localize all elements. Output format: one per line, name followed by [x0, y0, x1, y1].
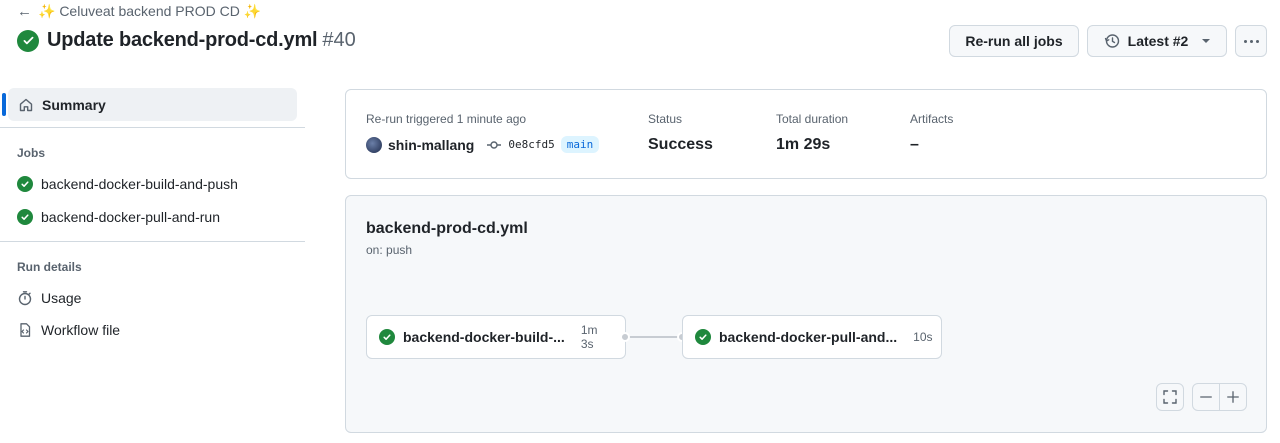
commit-sha-link[interactable]: 0e8cfd5 — [508, 138, 554, 151]
workflow-file-title: backend-prod-cd.yml — [366, 220, 528, 237]
actor-link[interactable]: shin-mallang — [388, 137, 474, 153]
graph-job-duration: 10s — [913, 330, 933, 344]
back-link[interactable]: ← ✨ Celuveat backend PROD CD ✨ — [17, 3, 261, 20]
job-connector-line — [629, 336, 683, 338]
graph-job-name: backend-docker-pull-and... — [719, 329, 898, 345]
attempt-select-button[interactable]: Latest #2 — [1087, 25, 1227, 57]
trigger-label: Re-run triggered 1 minute ago — [366, 112, 527, 126]
status-label: Status — [648, 112, 683, 126]
graph-job-name: backend-docker-build-... — [403, 329, 565, 345]
rerun-all-jobs-button[interactable]: Re-run all jobs — [949, 25, 1079, 57]
sidebar-item-usage[interactable]: Usage — [17, 290, 81, 306]
sidebar-job-build-and-push[interactable]: backend-docker-build-and-push — [17, 176, 238, 192]
branch-badge[interactable]: main — [560, 136, 600, 153]
run-number: #40 — [322, 29, 356, 51]
caret-down-icon — [1202, 39, 1211, 43]
success-check-icon — [695, 329, 711, 345]
page-title: Update backend-prod-cd.yml — [47, 29, 318, 51]
zoom-in-button[interactable] — [1219, 383, 1247, 411]
run-summary-card: Re-run triggered 1 minute ago shin-malla… — [345, 89, 1267, 179]
jobs-heading: Jobs — [17, 146, 46, 160]
attempt-select-label: Latest #2 — [1127, 33, 1189, 49]
more-options-button[interactable] — [1235, 25, 1267, 57]
plus-icon — [1227, 391, 1239, 403]
sidebar-job-label: backend-docker-build-and-push — [41, 176, 238, 192]
sidebar-job-label: backend-docker-pull-and-run — [41, 209, 220, 225]
git-commit-icon — [487, 140, 502, 149]
sidebar-item-summary[interactable]: Summary — [2, 88, 297, 121]
workflow-trigger: on: push — [366, 243, 413, 257]
screen-full-icon — [1163, 390, 1177, 404]
artifacts-label: Artifacts — [910, 112, 954, 126]
dash-icon — [1200, 396, 1212, 398]
graph-job-build-and-push[interactable]: backend-docker-build-... 1m 3s — [366, 315, 626, 359]
graph-job-duration: 1m 3s — [580, 323, 598, 351]
actor-row: shin-mallang 0e8cfd5 main — [366, 136, 600, 153]
arrow-left-icon: ← — [17, 3, 32, 20]
success-check-icon — [379, 329, 395, 345]
rerun-all-jobs-label: Re-run all jobs — [965, 33, 1063, 49]
stopwatch-icon — [18, 291, 32, 306]
workflow-name-link[interactable]: ✨ Celuveat backend PROD CD ✨ — [38, 3, 261, 20]
success-check-icon — [17, 176, 33, 192]
sidebar-item-label: Workflow file — [41, 322, 121, 338]
zoom-out-button[interactable] — [1192, 383, 1220, 411]
sidebar-item-label: Usage — [41, 290, 82, 306]
artifacts-value: – — [910, 136, 919, 153]
divider — [0, 127, 305, 128]
graph-job-pull-and-run[interactable]: backend-docker-pull-and... 10s — [682, 315, 942, 359]
avatar[interactable] — [366, 136, 382, 153]
success-check-icon — [17, 209, 33, 225]
file-code-icon — [20, 323, 31, 337]
active-indicator — [2, 93, 6, 116]
status-value: Success — [648, 136, 713, 153]
success-check-icon — [17, 29, 39, 52]
page-title-row: Update backend-prod-cd.yml #40 — [17, 29, 356, 52]
sidebar-job-pull-and-run[interactable]: backend-docker-pull-and-run — [17, 209, 220, 225]
history-icon — [1104, 34, 1119, 48]
home-icon — [19, 98, 33, 111]
run-details-heading: Run details — [17, 260, 82, 274]
sidebar-item-workflow-file[interactable]: Workflow file — [17, 322, 120, 338]
connector-dot — [620, 332, 630, 342]
duration-value: 1m 29s — [776, 136, 831, 153]
divider — [0, 241, 305, 242]
kebab-horizontal-icon — [1243, 39, 1259, 43]
sidebar-item-label: Summary — [42, 96, 106, 113]
fullscreen-button[interactable] — [1156, 383, 1184, 411]
duration-label: Total duration — [776, 112, 849, 126]
workflow-graph-card: backend-prod-cd.yml on: push backend-doc… — [345, 195, 1267, 433]
